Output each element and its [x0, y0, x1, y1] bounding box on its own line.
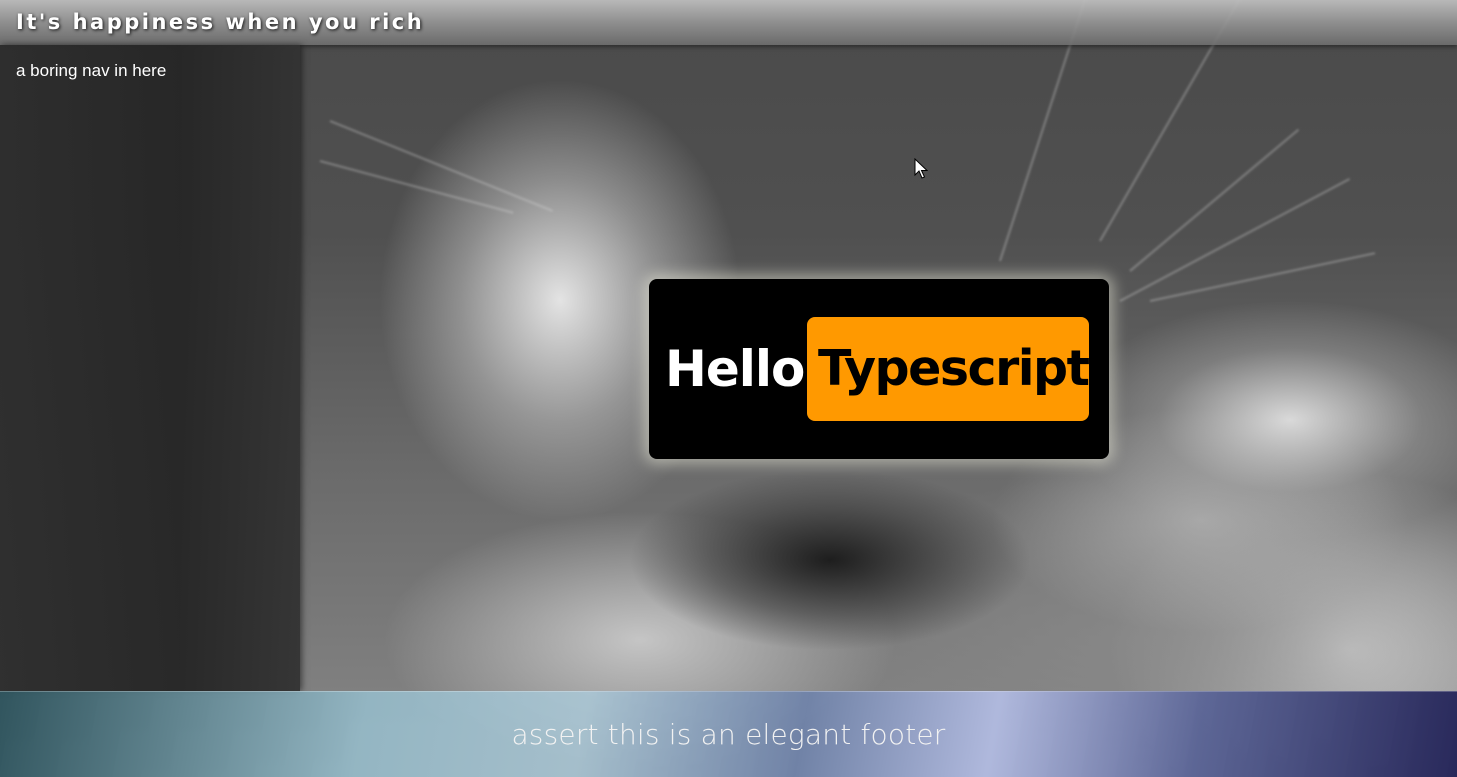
hello-card: Hello Typescript: [649, 279, 1109, 459]
header-title: It's happiness when you rich: [16, 10, 425, 34]
typescript-badge-text: Typescript: [818, 340, 1090, 397]
mouse-pointer-icon: [914, 158, 928, 179]
footer-text: assert this is an elegant footer: [511, 718, 946, 751]
sidebar-nav-text: a boring nav in here: [16, 61, 167, 80]
typescript-badge: Typescript: [807, 317, 1090, 421]
sidebar-nav: a boring nav in here: [0, 45, 300, 691]
hello-text: Hello: [665, 340, 805, 398]
page: It's happiness when you rich a boring na…: [0, 0, 1457, 777]
app-footer: assert this is an elegant footer: [0, 691, 1457, 777]
app-header: It's happiness when you rich: [0, 0, 1457, 45]
